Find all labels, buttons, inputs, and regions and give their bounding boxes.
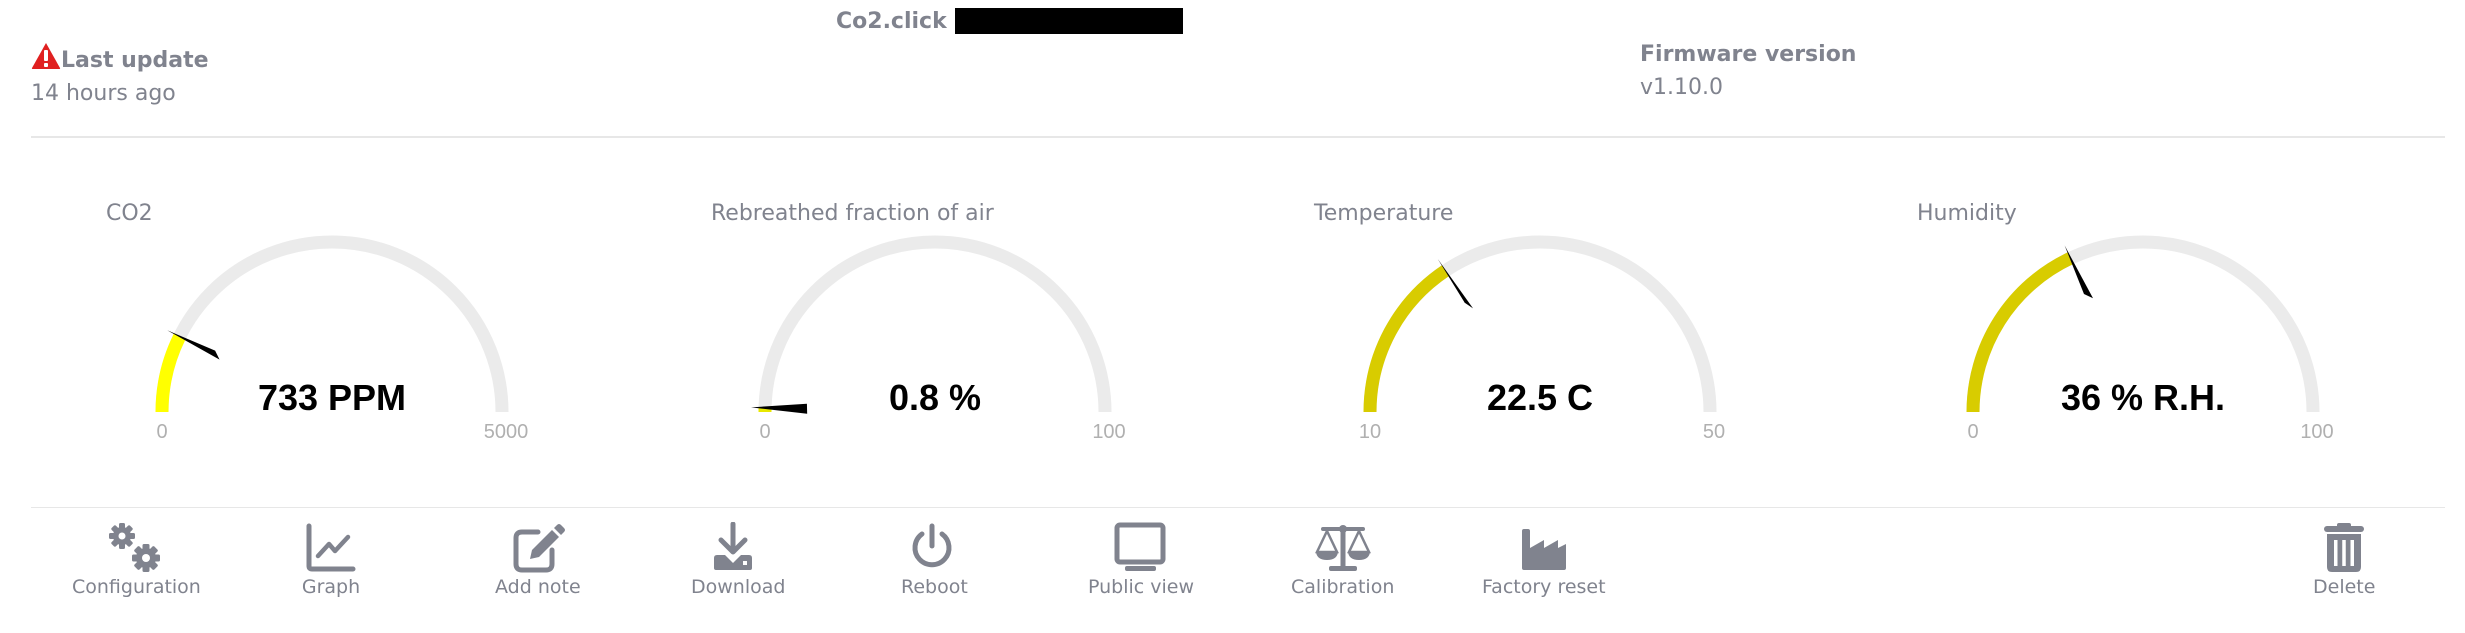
gauge-max-humidity: 100: [2300, 421, 2333, 443]
delete-label: Delete: [2313, 576, 2376, 598]
download-icon: [714, 522, 753, 570]
gauge-min-rebreathed: 0: [759, 421, 770, 443]
download-button[interactable]: Download: [691, 522, 785, 598]
calibration-label: Calibration: [1291, 576, 1395, 598]
balance-scale-icon: [1314, 525, 1371, 571]
edit-note-icon: [513, 524, 565, 573]
delete-button[interactable]: Delete: [2313, 522, 2375, 598]
add-note-button[interactable]: Add note: [495, 522, 581, 598]
configuration-button[interactable]: Configuration: [72, 522, 201, 598]
gauge-fill-temperature: [1363, 265, 1450, 413]
gauge-fill-co2: [155, 333, 186, 413]
toolbar-divider: [31, 507, 2445, 508]
monitor-icon: [1114, 522, 1166, 571]
factory-reset-label: Factory reset: [1482, 576, 1606, 598]
download-label: Download: [691, 576, 786, 598]
gauge-value-co2: 733 PPM: [258, 377, 406, 418]
trash-icon: [2324, 523, 2365, 572]
gauge-max-temperature: 50: [1703, 421, 1725, 443]
line-chart-icon: [306, 523, 356, 572]
gauge-fill-humidity: [1966, 252, 2074, 413]
gears-icon: [109, 523, 161, 572]
gauge-max-co2: 5000: [484, 421, 529, 443]
gauge-value-humidity: 36 % R.H.: [2061, 377, 2225, 418]
add-note-label: Add note: [495, 576, 581, 598]
configuration-label: Configuration: [72, 576, 201, 598]
gauge-min-humidity: 0: [1967, 421, 1978, 443]
reboot-button[interactable]: Reboot: [901, 522, 968, 598]
gauge-min-co2: 0: [156, 421, 167, 443]
reboot-label: Reboot: [901, 576, 968, 598]
public-view-label: Public view: [1088, 576, 1195, 598]
public-view-button[interactable]: Public view: [1088, 522, 1194, 598]
factory-reset-button[interactable]: Factory reset: [1482, 522, 1606, 598]
calibration-button[interactable]: Calibration: [1291, 522, 1394, 598]
graph-label: Graph: [301, 576, 361, 598]
factory-icon: [1521, 529, 1566, 570]
gauge-value-temperature: 22.5 C: [1487, 377, 1593, 418]
gauge-value-rebreathed: 0.8 %: [889, 377, 981, 418]
gauge-min-temperature: 10: [1359, 421, 1381, 443]
graph-button[interactable]: Graph: [301, 522, 361, 598]
gauge-max-rebreathed: 100: [1092, 421, 1125, 443]
power-icon: [912, 523, 952, 568]
gauge-co2: 733 PPM 0 5000 0.8 % 0 100 22.5 C 10 50 36 % R.H.…: [155, 235, 2334, 443]
